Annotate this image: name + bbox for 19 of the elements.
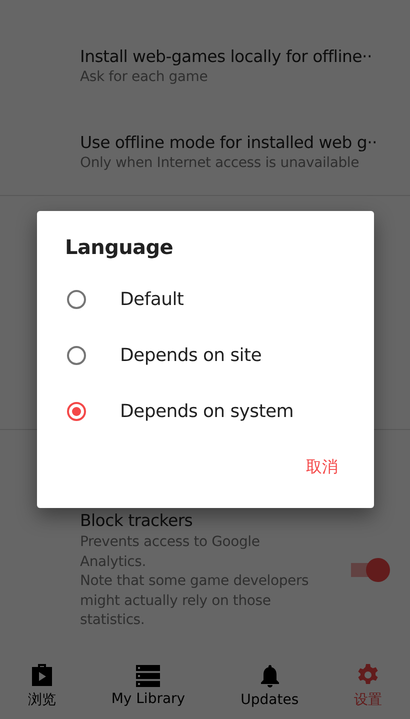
cancel-button[interactable]: 取消 bbox=[294, 451, 350, 484]
setting-title: Block trackers bbox=[80, 511, 193, 530]
dialog-title: Language bbox=[65, 235, 174, 259]
radio-button[interactable] bbox=[67, 346, 86, 364]
radio-button[interactable] bbox=[67, 290, 86, 308]
bell-icon bbox=[260, 664, 280, 688]
nav-tab[interactable]: 浏览 bbox=[22, 659, 62, 713]
nav-tab[interactable]: My Library bbox=[105, 661, 192, 711]
settings-icon bbox=[356, 663, 380, 687]
option-label[interactable]: Depends on system bbox=[120, 400, 294, 422]
setting-title: Install web-games locally for offline·· bbox=[80, 47, 372, 66]
option-label[interactable]: Default bbox=[120, 288, 184, 310]
nav-tab[interactable]: 设置 bbox=[348, 659, 388, 713]
radio-button[interactable] bbox=[67, 402, 86, 420]
play-bag-icon bbox=[30, 663, 53, 687]
nav-tab[interactable]: Updates bbox=[234, 660, 305, 712]
option-label[interactable]: Depends on site bbox=[120, 344, 262, 366]
setting-title: Use offline mode for installed web g·· bbox=[80, 133, 377, 152]
list-icon bbox=[136, 665, 160, 687]
